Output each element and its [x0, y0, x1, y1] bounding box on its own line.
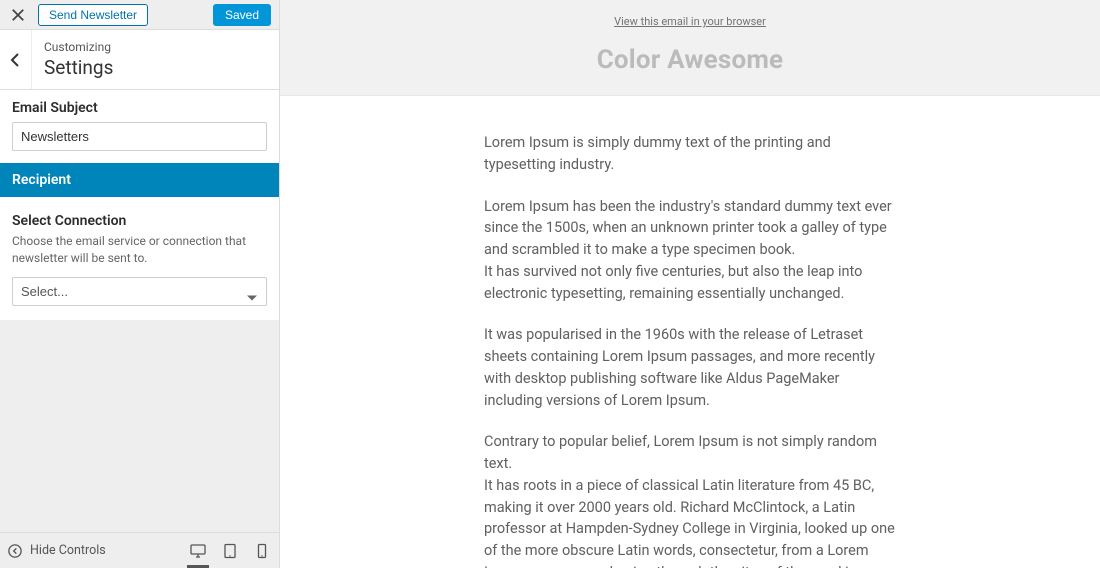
sidebar-topbar: Send Newsletter Saved — [0, 0, 279, 30]
sidebar-footer: Hide Controls — [0, 532, 279, 568]
section-header: Customizing Settings — [0, 30, 279, 90]
recipient-section-header: Recipient — [0, 163, 279, 197]
device-toggle-group — [189, 542, 271, 560]
email-subject-label: Email Subject — [12, 100, 267, 116]
saved-status-button[interactable]: Saved — [213, 4, 271, 26]
recipient-body: Select Connection Choose the email servi… — [0, 197, 279, 320]
email-header: View this email in your browser Color Aw… — [280, 0, 1100, 96]
email-paragraph: Lorem Ipsum has been the industry's stan… — [484, 196, 896, 305]
email-brand-title: Color Awesome — [300, 45, 1080, 75]
mobile-icon — [254, 543, 270, 559]
email-body: Lorem Ipsum is simply dummy text of the … — [370, 96, 1010, 568]
device-mobile-button[interactable] — [253, 542, 271, 560]
breadcrumb: Customizing — [44, 40, 113, 54]
email-text: It has survived not only five centuries,… — [484, 263, 862, 302]
email-text: Lorem Ipsum has been the industry's stan… — [484, 198, 892, 259]
email-paragraph: It was popularised in the 1960s with the… — [484, 324, 896, 411]
customizer-sidebar: Send Newsletter Saved Customizing Settin… — [0, 0, 280, 568]
hide-controls-button[interactable]: Hide Controls — [8, 543, 106, 558]
preview-pane[interactable]: View this email in your browser Color Aw… — [280, 0, 1100, 568]
email-subject-field: Email Subject — [0, 90, 279, 163]
email-text: Contrary to popular belief, Lorem Ipsum … — [484, 433, 877, 472]
back-button[interactable] — [0, 30, 32, 89]
sidebar-spacer — [0, 320, 279, 532]
chevron-left-icon — [8, 52, 24, 68]
email-subject-input[interactable] — [12, 122, 267, 151]
select-connection-help: Choose the email service or connection t… — [0, 233, 279, 277]
chevron-left-circle-icon — [8, 544, 22, 558]
select-connection-wrap: Select... — [0, 277, 279, 320]
tablet-icon — [222, 543, 238, 559]
email-text: It has roots in a piece of classical Lat… — [484, 477, 895, 568]
hide-controls-label: Hide Controls — [30, 543, 106, 558]
select-connection-label: Select Connection — [0, 197, 279, 233]
email-paragraph: Contrary to popular belief, Lorem Ipsum … — [484, 431, 896, 568]
device-desktop-button[interactable] — [189, 542, 207, 560]
page-title: Settings — [44, 56, 113, 79]
preview-content: View this email in your browser Color Aw… — [280, 0, 1100, 568]
select-connection-dropdown[interactable]: Select... — [12, 277, 267, 306]
view-in-browser-link[interactable]: View this email in your browser — [614, 15, 766, 28]
email-paragraph: Lorem Ipsum is simply dummy text of the … — [484, 132, 896, 176]
device-tablet-button[interactable] — [221, 542, 239, 560]
desktop-icon — [190, 543, 206, 559]
settings-body: Email Subject — [0, 90, 279, 163]
close-icon — [11, 8, 25, 22]
close-button[interactable] — [4, 1, 32, 29]
section-header-text: Customizing Settings — [32, 30, 125, 89]
send-newsletter-button[interactable]: Send Newsletter — [38, 4, 148, 26]
